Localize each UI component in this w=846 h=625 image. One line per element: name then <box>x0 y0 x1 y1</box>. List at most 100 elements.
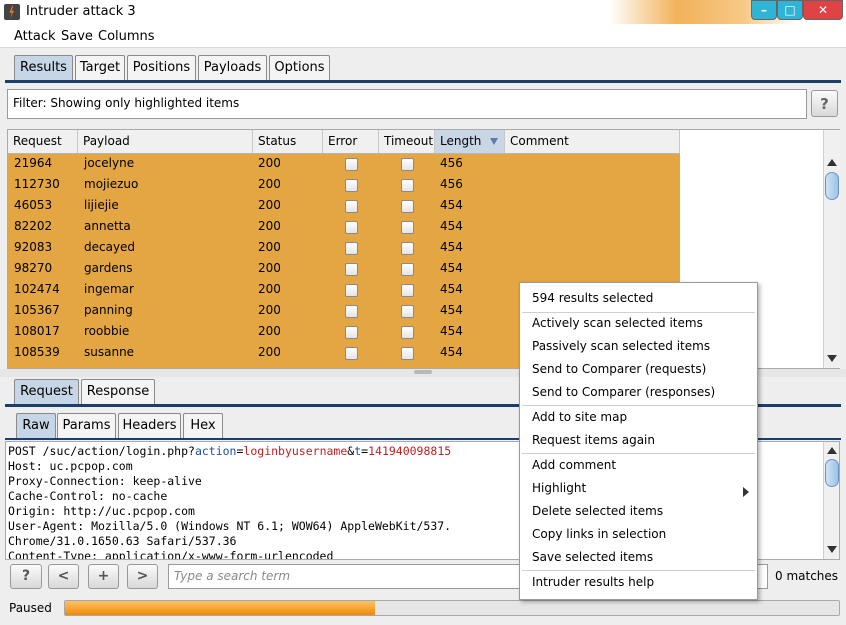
tab-results[interactable]: Results <box>14 55 73 81</box>
error-checkbox <box>345 221 358 234</box>
scroll-up-icon[interactable] <box>827 159 837 166</box>
menu-delete-selected[interactable]: Delete selected items <box>532 504 663 518</box>
sort-descending-icon <box>490 138 498 145</box>
cell-request: 102474 <box>14 282 60 296</box>
cell-request: 46053 <box>14 198 53 212</box>
tab-request[interactable]: Request <box>14 379 79 405</box>
cell-status: 200 <box>258 303 281 317</box>
splitter-grip-icon[interactable] <box>414 370 432 374</box>
attack-status: Paused <box>9 601 52 615</box>
col-payload[interactable]: Payload <box>78 130 253 153</box>
cell-length: 454 <box>440 219 463 233</box>
tab-options[interactable]: Options <box>269 55 330 81</box>
error-checkbox <box>345 326 358 339</box>
search-add-button[interactable]: + <box>88 564 119 589</box>
table-scrollbar[interactable] <box>823 130 840 368</box>
cell-request: 105367 <box>14 303 60 317</box>
cell-status: 200 <box>258 198 281 212</box>
menu-comparer-responses[interactable]: Send to Comparer (responses) <box>532 385 715 399</box>
menu-save[interactable]: Save <box>61 29 93 44</box>
request-line: Proxy-Connection: keep-alive <box>8 474 202 488</box>
request-scroll-up-icon[interactable] <box>827 447 837 454</box>
cell-request: 92083 <box>14 240 53 254</box>
menu-copy-links[interactable]: Copy links in selection <box>532 527 666 541</box>
tab-headers[interactable]: Headers <box>118 413 181 439</box>
menu-add-comment[interactable]: Add comment <box>532 458 616 472</box>
menu-highlight[interactable]: Highlight <box>532 481 586 495</box>
request-scrollbar[interactable] <box>823 442 839 559</box>
cell-payload: ingemar <box>84 282 134 296</box>
search-next-button[interactable]: > <box>127 564 158 589</box>
error-checkbox <box>345 263 358 276</box>
cell-length: 454 <box>440 240 463 254</box>
close-button[interactable]: ✕ <box>803 0 843 20</box>
maximize-button[interactable]: □ <box>777 0 803 20</box>
tab-response[interactable]: Response <box>81 379 155 405</box>
menu-separator <box>522 405 755 406</box>
table-row[interactable]: 92083 decayed 200 454 <box>8 238 680 259</box>
cell-status: 200 <box>258 324 281 338</box>
col-request[interactable]: Request <box>8 130 78 153</box>
col-comment[interactable]: Comment <box>505 130 680 153</box>
tab-positions[interactable]: Positions <box>127 55 196 81</box>
menu-intruder-help[interactable]: Intruder results help <box>532 575 654 589</box>
filter-bar[interactable]: Filter: Showing only highlighted items <box>7 89 807 119</box>
table-row[interactable]: 82202 annetta 200 454 <box>8 217 680 238</box>
cell-request: 108539 <box>14 345 60 359</box>
cell-status: 200 <box>258 261 281 275</box>
cell-request: 112730 <box>14 177 60 191</box>
cell-payload: susanne <box>84 345 135 359</box>
cell-status: 200 <box>258 156 281 170</box>
menu-columns[interactable]: Columns <box>98 29 155 44</box>
cell-payload: panning <box>84 303 133 317</box>
table-row[interactable]: 46053 lijiejie 200 454 <box>8 196 680 217</box>
cell-status: 200 <box>258 282 281 296</box>
menu-active-scan[interactable]: Actively scan selected items <box>532 316 703 330</box>
menu-add-site-map[interactable]: Add to site map <box>532 410 627 424</box>
tab-hex[interactable]: Hex <box>183 413 223 439</box>
cell-length: 456 <box>440 156 463 170</box>
cell-payload: roobbie <box>84 324 130 338</box>
col-status[interactable]: Status <box>253 130 323 153</box>
error-checkbox <box>345 200 358 213</box>
tab-params[interactable]: Params <box>57 413 116 439</box>
submenu-arrow-icon <box>743 487 749 497</box>
menu-save-selected[interactable]: Save selected items <box>532 550 653 564</box>
tab-raw[interactable]: Raw <box>16 413 56 439</box>
col-error[interactable]: Error <box>323 130 379 153</box>
col-timeout[interactable]: Timeout <box>379 130 435 153</box>
cell-request: 82202 <box>14 219 53 233</box>
cell-request: 98270 <box>14 261 53 275</box>
timeout-checkbox <box>401 200 414 213</box>
cell-request: 21964 <box>14 156 53 170</box>
scroll-thumb[interactable] <box>825 172 839 200</box>
request-scroll-thumb[interactable] <box>825 459 839 487</box>
col-length[interactable]: Length <box>435 130 505 153</box>
table-row[interactable]: 112730 mojiezuo 200 456 <box>8 175 680 196</box>
timeout-checkbox <box>401 263 414 276</box>
col-length-label: Length <box>440 134 482 148</box>
context-menu-header: 594 results selected <box>532 291 654 305</box>
minimize-button[interactable]: – <box>751 0 777 20</box>
menu-passive-scan[interactable]: Passively scan selected items <box>532 339 710 353</box>
scroll-down-icon[interactable] <box>827 355 837 362</box>
menu-request-again[interactable]: Request items again <box>532 433 655 447</box>
timeout-checkbox <box>401 284 414 297</box>
menu-comparer-requests[interactable]: Send to Comparer (requests) <box>532 362 706 376</box>
menu-separator <box>522 570 755 571</box>
search-prev-button[interactable]: < <box>48 564 79 589</box>
cell-payload: decayed <box>84 240 136 254</box>
request-line-1: POST /suc/action/login.php?action=loginb… <box>8 444 452 458</box>
error-checkbox <box>345 305 358 318</box>
search-help-button[interactable]: ? <box>10 564 42 589</box>
filter-help-button[interactable]: ? <box>811 90 838 117</box>
error-checkbox <box>345 284 358 297</box>
request-line: Host: uc.pcpop.com <box>8 459 133 473</box>
tab-target[interactable]: Target <box>75 55 125 81</box>
menu-attack[interactable]: Attack <box>14 29 56 44</box>
table-row[interactable]: 21964 jocelyne 200 456 <box>8 154 680 175</box>
table-row[interactable]: 98270 gardens 200 454 <box>8 259 680 280</box>
request-scroll-down-icon[interactable] <box>827 546 837 553</box>
tab-payloads[interactable]: Payloads <box>198 55 267 81</box>
request-line: User-Agent: Mozilla/5.0 (Windows NT 6.1;… <box>8 519 452 533</box>
